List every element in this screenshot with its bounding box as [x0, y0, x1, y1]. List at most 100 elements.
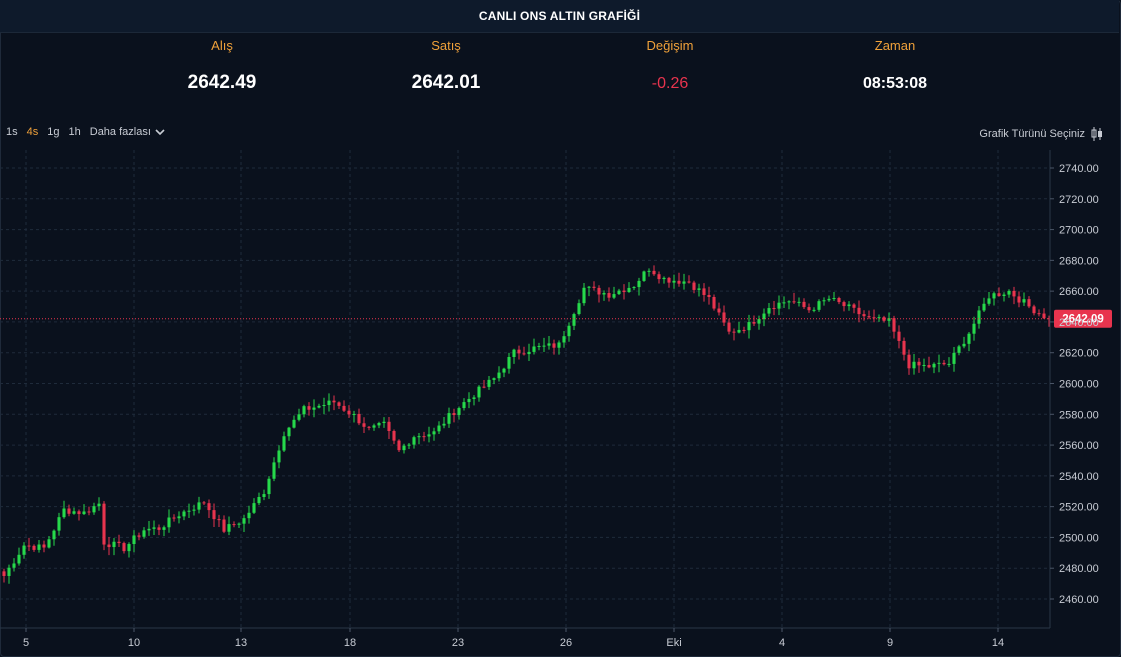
timeframe-1h[interactable]: 1h: [69, 126, 81, 138]
candle: [327, 393, 331, 412]
timeframe-1s[interactable]: 1s: [6, 126, 18, 138]
more-timeframes-button[interactable]: Daha fazlası: [90, 126, 165, 138]
candle-body: [957, 346, 961, 353]
chart-grid: [0, 150, 1050, 628]
candle: [282, 431, 286, 453]
candle-body: [492, 378, 496, 380]
candle: [517, 345, 521, 360]
candle: [157, 524, 161, 536]
bid-quote: Alış 2642.49: [122, 36, 322, 94]
candle: [727, 318, 731, 335]
candle-body: [862, 314, 866, 317]
candle: [867, 310, 871, 320]
candle: [2, 568, 6, 583]
candle-body: [307, 406, 311, 410]
x-tick-label: 9: [887, 637, 893, 649]
candle: [247, 505, 251, 524]
candlestick-chart[interactable]: 2642.09 2740.00 2720.00 2700.00 2680.00 2660…: [0, 150, 1121, 657]
candle: [257, 492, 261, 506]
candle: [972, 316, 976, 341]
candle-body: [897, 331, 901, 341]
candle: [912, 354, 916, 375]
candle: [377, 421, 381, 429]
candle: [1032, 304, 1036, 316]
candle: [772, 301, 776, 316]
candle-body: [667, 277, 671, 283]
candle: [267, 476, 271, 499]
candle: [737, 321, 741, 334]
candle: [97, 497, 101, 511]
candle: [607, 287, 611, 302]
candle-body: [652, 270, 656, 275]
page-title: CANLI ONS ALTIN GRAFİĞİ: [0, 0, 1119, 33]
candle: [187, 503, 191, 519]
candle: [382, 417, 386, 428]
candle: [597, 285, 601, 303]
candle-body: [422, 436, 426, 438]
candle-body: [502, 368, 506, 373]
candle: [612, 286, 616, 300]
candle-body: [267, 478, 271, 495]
candle: [452, 408, 456, 423]
candle-body: [602, 293, 606, 295]
x-tick-label: 4: [779, 637, 785, 649]
timeframe-1g[interactable]: 1g: [47, 126, 59, 138]
candle-body: [337, 402, 341, 406]
candle-body: [407, 444, 411, 446]
candle-body: [477, 386, 481, 398]
candle: [977, 306, 981, 329]
candle-body: [532, 346, 536, 352]
candle: [682, 273, 686, 290]
candle-body: [537, 345, 541, 347]
chart-type-button[interactable]: Grafik Türünü Seçiniz: [979, 126, 1103, 142]
candle: [802, 298, 806, 310]
y-tick-label: 2720.00: [1059, 194, 1099, 206]
candle-body: [632, 287, 636, 289]
y-tick-label: 2680.00: [1059, 255, 1099, 267]
candle: [527, 343, 531, 361]
candle: [117, 534, 121, 547]
candle: [967, 332, 971, 352]
candle: [957, 344, 961, 356]
candle: [872, 309, 876, 323]
candle-body: [837, 298, 841, 303]
candle-body: [842, 302, 846, 307]
candle-body: [857, 307, 861, 315]
candle: [1022, 292, 1026, 306]
candle: [447, 407, 451, 428]
candle: [572, 312, 576, 331]
y-tick-label: 2640.00: [1059, 317, 1099, 329]
candle-body: [152, 527, 156, 529]
candle: [582, 283, 586, 306]
change-value: -0.26: [651, 75, 689, 92]
candle: [332, 395, 336, 411]
candle: [277, 445, 281, 469]
candle: [487, 376, 491, 390]
candle: [762, 308, 766, 327]
candle: [1012, 286, 1016, 305]
candle: [37, 540, 41, 553]
candle: [947, 357, 951, 368]
candle: [807, 303, 811, 313]
candle-body: [437, 425, 441, 432]
candle: [177, 511, 181, 524]
candle: [852, 303, 856, 314]
candle: [417, 432, 421, 445]
change-label: Değişim: [646, 38, 694, 53]
candle-body: [927, 365, 931, 368]
chevron-down-icon: [155, 128, 165, 135]
candle: [532, 338, 536, 355]
candle: [457, 406, 461, 420]
candle-body: [727, 322, 731, 332]
timeframe-4s[interactable]: 4s: [27, 126, 39, 138]
x-tick-label: Eki: [666, 637, 681, 649]
candle-body: [872, 317, 876, 319]
candle: [932, 362, 936, 374]
candle: [652, 265, 656, 276]
candle: [12, 558, 16, 572]
candle: [372, 423, 376, 431]
candle: [147, 520, 151, 536]
candle: [167, 509, 171, 533]
candle: [272, 457, 276, 482]
candle: [102, 501, 106, 551]
